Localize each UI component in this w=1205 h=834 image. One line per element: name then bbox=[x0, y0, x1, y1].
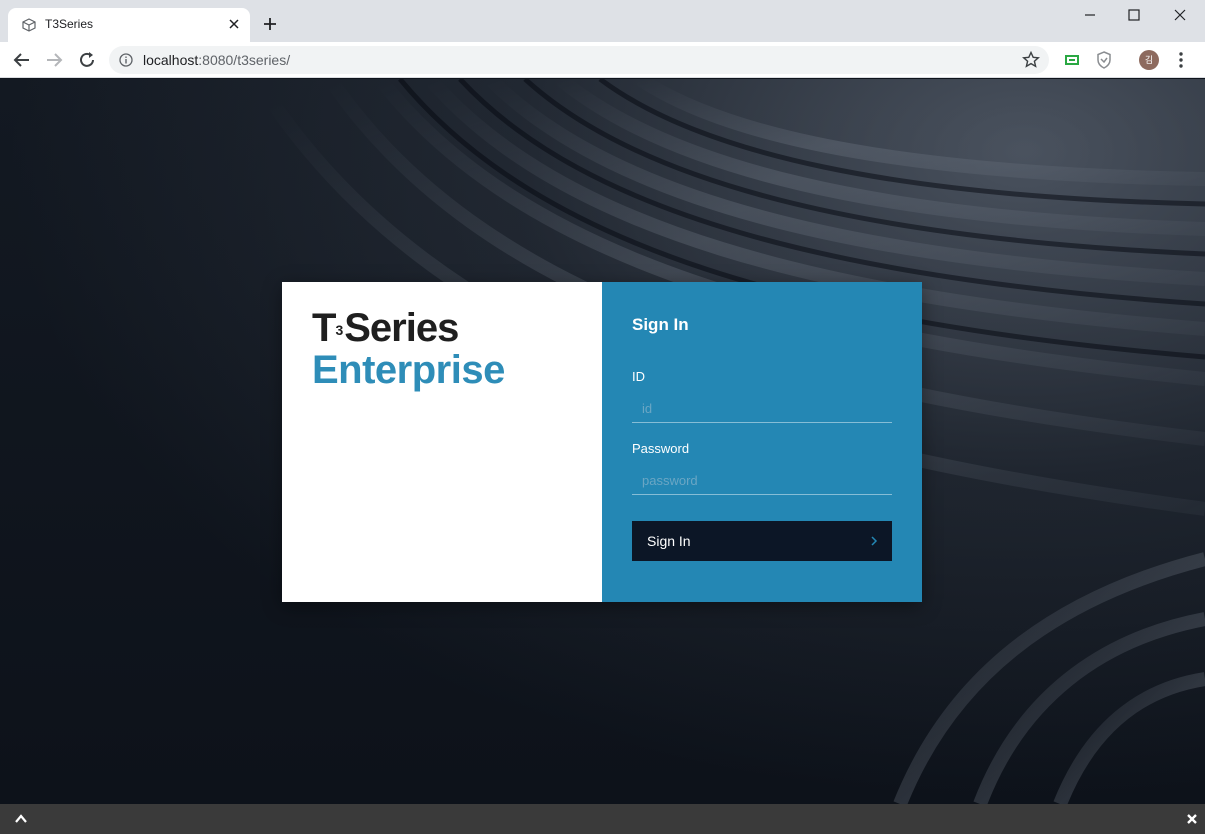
url-path: :8080/t3series/ bbox=[198, 52, 291, 68]
logo-series: Series bbox=[344, 306, 459, 350]
extension-shield-icon[interactable] bbox=[1094, 50, 1114, 70]
new-tab-icon[interactable] bbox=[262, 16, 278, 32]
page-viewport: T3Series Enterprise Sign In ID Password … bbox=[0, 79, 1205, 804]
chevron-up-icon[interactable] bbox=[14, 812, 28, 826]
password-label: Password bbox=[632, 441, 690, 456]
browser-tab[interactable]: T3Series bbox=[8, 8, 250, 42]
url-text: localhost:8080/t3series/ bbox=[143, 52, 290, 68]
more-menu-icon[interactable] bbox=[1173, 50, 1189, 70]
password-input[interactable] bbox=[632, 467, 892, 495]
maximize-icon[interactable] bbox=[1124, 6, 1144, 24]
url-host: localhost bbox=[143, 52, 199, 68]
logo-title: T3Series bbox=[312, 308, 505, 348]
logo-t: T bbox=[312, 306, 336, 350]
tab-title: T3Series bbox=[45, 17, 94, 31]
login-card: T3Series Enterprise Sign In ID Password … bbox=[282, 282, 922, 602]
bottom-bar bbox=[0, 804, 1205, 834]
profile-avatar[interactable]: 김 bbox=[1139, 50, 1159, 70]
minimize-icon[interactable] bbox=[1080, 6, 1100, 24]
signin-button-label: Sign In bbox=[647, 533, 691, 549]
close-icon[interactable] bbox=[1186, 813, 1198, 825]
browser-toolbar: localhost:8080/t3series/ 김 bbox=[0, 42, 1205, 78]
forward-arrow-icon[interactable] bbox=[44, 50, 64, 70]
reload-icon[interactable] bbox=[77, 50, 97, 70]
id-input[interactable] bbox=[632, 395, 892, 423]
window-close-icon[interactable] bbox=[1170, 6, 1190, 24]
signin-heading: Sign In bbox=[632, 315, 689, 334]
bookmark-star-icon[interactable] bbox=[1022, 51, 1040, 69]
logo-subtitle: Enterprise bbox=[312, 348, 505, 392]
address-bar[interactable]: localhost:8080/t3series/ bbox=[109, 46, 1049, 74]
signin-button[interactable]: Sign In bbox=[632, 521, 892, 561]
t3series-logo: T3Series Enterprise bbox=[312, 308, 505, 392]
brand-panel: T3Series Enterprise bbox=[282, 282, 602, 602]
signin-panel: Sign In ID Password Sign In bbox=[602, 282, 922, 602]
chevron-right-icon bbox=[871, 536, 878, 546]
logo-superscript: 3 bbox=[335, 322, 343, 338]
back-arrow-icon[interactable] bbox=[12, 50, 32, 70]
close-tab-icon[interactable] bbox=[226, 16, 242, 32]
page-favicon-icon bbox=[22, 18, 36, 32]
site-info-icon[interactable] bbox=[119, 53, 133, 67]
browser-titlebar: T3Series bbox=[0, 0, 1205, 42]
id-label: ID bbox=[632, 369, 645, 384]
extension-green-icon[interactable] bbox=[1062, 50, 1082, 70]
